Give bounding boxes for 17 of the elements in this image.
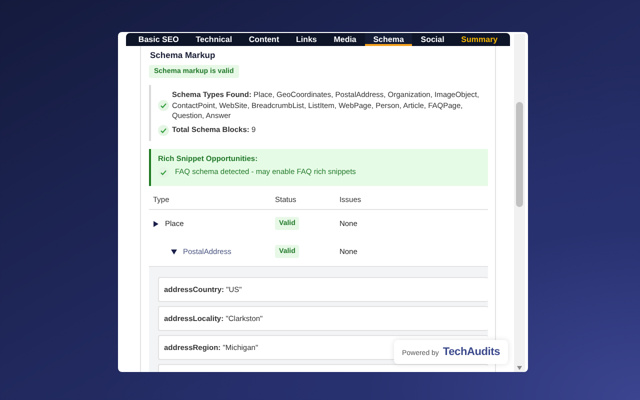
check-icon: [158, 166, 169, 178]
check-icon: [158, 124, 169, 136]
caret-icon[interactable]: [153, 220, 159, 226]
tab[interactable]: Schema: [364, 33, 412, 46]
tab[interactable]: Summary: [452, 33, 506, 46]
tab[interactable]: Technical: [187, 33, 240, 46]
check-icon: [158, 100, 169, 112]
tab[interactable]: Media: [325, 33, 365, 46]
scrollbar-thumb[interactable]: [516, 102, 523, 207]
caret-icon[interactable]: [171, 248, 177, 254]
tab[interactable]: Social: [412, 33, 453, 46]
tab[interactable]: Basic SEO: [130, 33, 188, 46]
tab[interactable]: Links: [288, 33, 326, 46]
section-title: Schema Markup: [150, 50, 216, 60]
scroll-down-icon[interactable]: [517, 366, 522, 370]
tab[interactable]: Content: [240, 33, 288, 46]
scrollbar[interactable]: [514, 34, 525, 372]
